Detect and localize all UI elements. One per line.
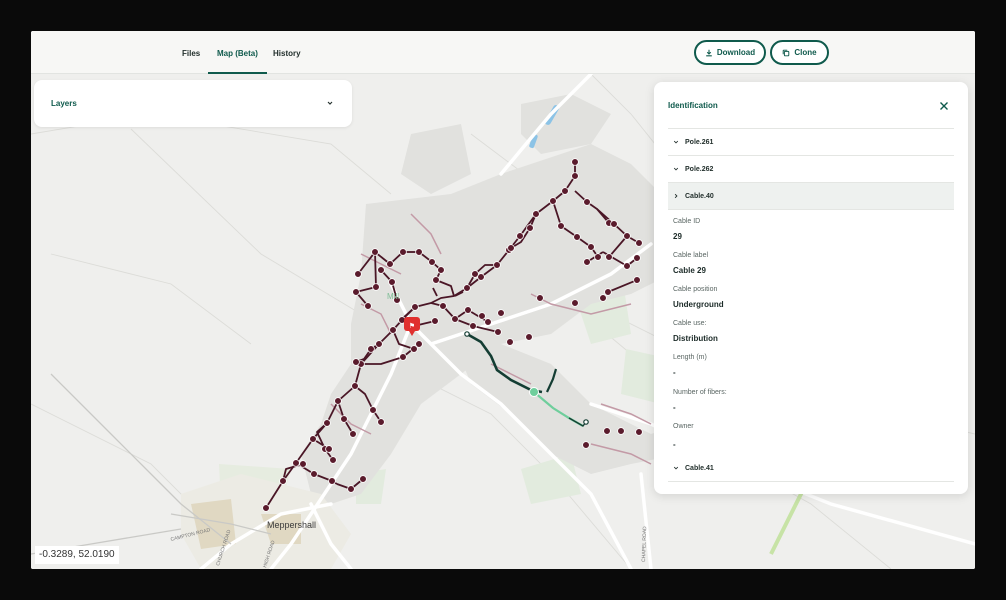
accordion-label: Pole.262 — [685, 165, 714, 173]
field-label-cable-use: Cable use: — [673, 320, 707, 327]
copy-icon — [783, 49, 790, 56]
field-label-cable-id: Cable ID — [673, 218, 701, 225]
accordion-cable-41[interactable]: Cable.41 — [668, 455, 954, 481]
layers-panel[interactable]: Layers — [34, 80, 352, 127]
download-label: Download — [716, 48, 756, 57]
panel-divider — [668, 481, 954, 482]
field-value-fibers: - — [673, 403, 676, 412]
tab-history[interactable]: History — [264, 31, 310, 74]
field-label-cable-label: Cable label — [673, 252, 709, 259]
field-value-length: - — [673, 368, 676, 377]
accordion-label: Pole.261 — [685, 138, 714, 146]
accordion-label: Cable.40 — [685, 192, 714, 200]
chevron-down-icon — [673, 466, 679, 470]
layers-title: Layers — [51, 99, 77, 108]
field-value-cable-use: Distribution — [673, 334, 718, 343]
accordion-pole-262[interactable]: Pole.262 — [668, 156, 954, 182]
field-value-cable-label: Cable 29 — [673, 266, 706, 275]
clone-label: Clone — [794, 48, 817, 57]
tab-map-beta[interactable]: Map (Beta) — [208, 31, 267, 74]
road-label-chapel: CHAPEL ROAD — [641, 526, 648, 562]
tab-files[interactable]: Files — [173, 31, 209, 74]
download-button[interactable]: Download — [694, 40, 766, 65]
panel-divider — [668, 209, 954, 210]
chevron-right-icon — [674, 193, 678, 199]
chevron-down-icon[interactable] — [326, 99, 334, 107]
close-icon[interactable] — [939, 101, 949, 111]
field-label-length: Length (m) — [673, 354, 707, 361]
chevron-down-icon — [673, 167, 679, 171]
accordion-label: Cable.41 — [685, 464, 714, 472]
chevron-down-icon — [673, 140, 679, 144]
app-window: Files Map (Beta) History Download Clone — [31, 31, 975, 569]
top-nav-bar: Files Map (Beta) History Download Clone — [31, 31, 975, 74]
place-label-mill: Mill — [387, 292, 399, 301]
accordion-pole-261[interactable]: Pole.261 — [668, 129, 954, 155]
accordion-cable-40[interactable]: Cable.40 — [668, 183, 954, 209]
identification-title: Identification — [668, 101, 718, 110]
identification-panel: Identification Pole.261 Pole.262 Cable.4… — [654, 82, 968, 494]
field-value-owner: - — [673, 440, 676, 449]
place-label: Meppershall — [267, 520, 316, 530]
coordinate-readout: -0.3289, 52.0190 — [35, 546, 119, 564]
field-label-cable-position: Cable position — [673, 286, 718, 293]
selected-pole-marker[interactable] — [529, 387, 539, 397]
svg-text:⚑: ⚑ — [409, 322, 415, 330]
field-value-cable-id: 29 — [673, 232, 682, 241]
download-icon — [706, 49, 712, 56]
field-value-cable-position: Underground — [673, 300, 724, 309]
field-label-owner: Owner — [673, 423, 694, 430]
clone-button[interactable]: Clone — [770, 40, 829, 65]
field-label-fibers: Number of fibers: — [673, 389, 727, 396]
